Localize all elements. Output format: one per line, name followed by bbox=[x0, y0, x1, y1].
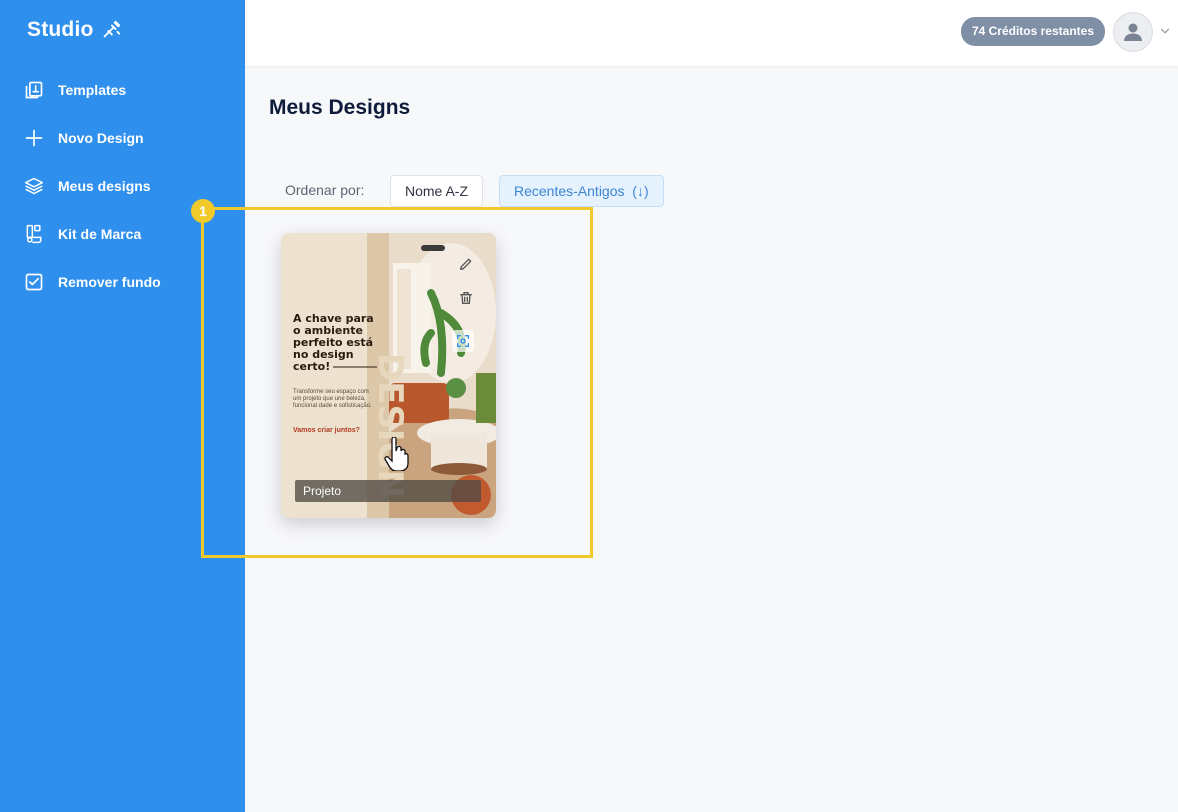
sort-name-az-button[interactable]: Nome A-Z bbox=[390, 175, 483, 207]
sidebar-item-label: Templates bbox=[58, 82, 127, 98]
sidebar-item-novo-design[interactable]: Novo Design bbox=[0, 114, 245, 162]
sidebar-item-label: Kit de Marca bbox=[58, 226, 142, 242]
design-cta: Vamos criar juntos? bbox=[293, 427, 360, 434]
scan-icon bbox=[457, 335, 469, 347]
templates-icon bbox=[24, 80, 44, 100]
sidebar-item-label: Remover fundo bbox=[58, 274, 161, 290]
sort-recent-button[interactable]: Recentes-Antigos (↓) bbox=[499, 175, 664, 207]
layers-icon bbox=[24, 176, 44, 196]
brand-kit-icon bbox=[24, 224, 44, 244]
sort-label: Ordenar por: bbox=[285, 182, 365, 198]
pencil-icon bbox=[460, 258, 472, 270]
design-headline: A chave para o ambiente perfeito está no… bbox=[293, 312, 374, 373]
delete-button[interactable] bbox=[455, 287, 477, 309]
page-title: Meus Designs bbox=[269, 96, 411, 119]
preview-button[interactable] bbox=[452, 330, 474, 352]
design-thumbnail: DESIGN bbox=[281, 233, 496, 518]
design-subtext: Transforme seu espaço com um projeto que… bbox=[293, 389, 372, 409]
user-icon bbox=[1124, 23, 1142, 41]
sidebar-nav: Templates Novo Design Meus designs Kit d… bbox=[0, 66, 245, 306]
edit-button[interactable] bbox=[455, 253, 477, 275]
plus-icon bbox=[24, 128, 44, 148]
sidebar-item-label: Novo Design bbox=[58, 130, 144, 146]
design-name-label: Projeto bbox=[295, 480, 481, 502]
credits-badge[interactable]: 74 Créditos restantes bbox=[960, 17, 1105, 46]
chevron-down-icon[interactable] bbox=[1158, 24, 1172, 38]
sidebar-item-label: Meus designs bbox=[58, 178, 151, 194]
wand-icon bbox=[103, 20, 120, 38]
svg-text:DESIGN: DESIGN bbox=[370, 353, 410, 498]
check-square-icon bbox=[24, 272, 44, 292]
step-badge: 1 bbox=[191, 199, 215, 223]
logo-text: Studio bbox=[27, 18, 94, 41]
user-avatar[interactable] bbox=[1113, 12, 1153, 52]
top-header: 74 Créditos restantes bbox=[245, 0, 1178, 66]
trash-icon bbox=[460, 292, 472, 304]
design-card[interactable]: DESIGN A chave para o ambiente perfeito … bbox=[281, 233, 496, 518]
sidebar: Studio Templates Novo Design Meus design… bbox=[0, 0, 245, 812]
sidebar-item-remover-fundo[interactable]: Remover fundo bbox=[0, 258, 245, 306]
app-logo[interactable]: Studio bbox=[27, 18, 122, 42]
sidebar-item-templates[interactable]: Templates bbox=[0, 66, 245, 114]
